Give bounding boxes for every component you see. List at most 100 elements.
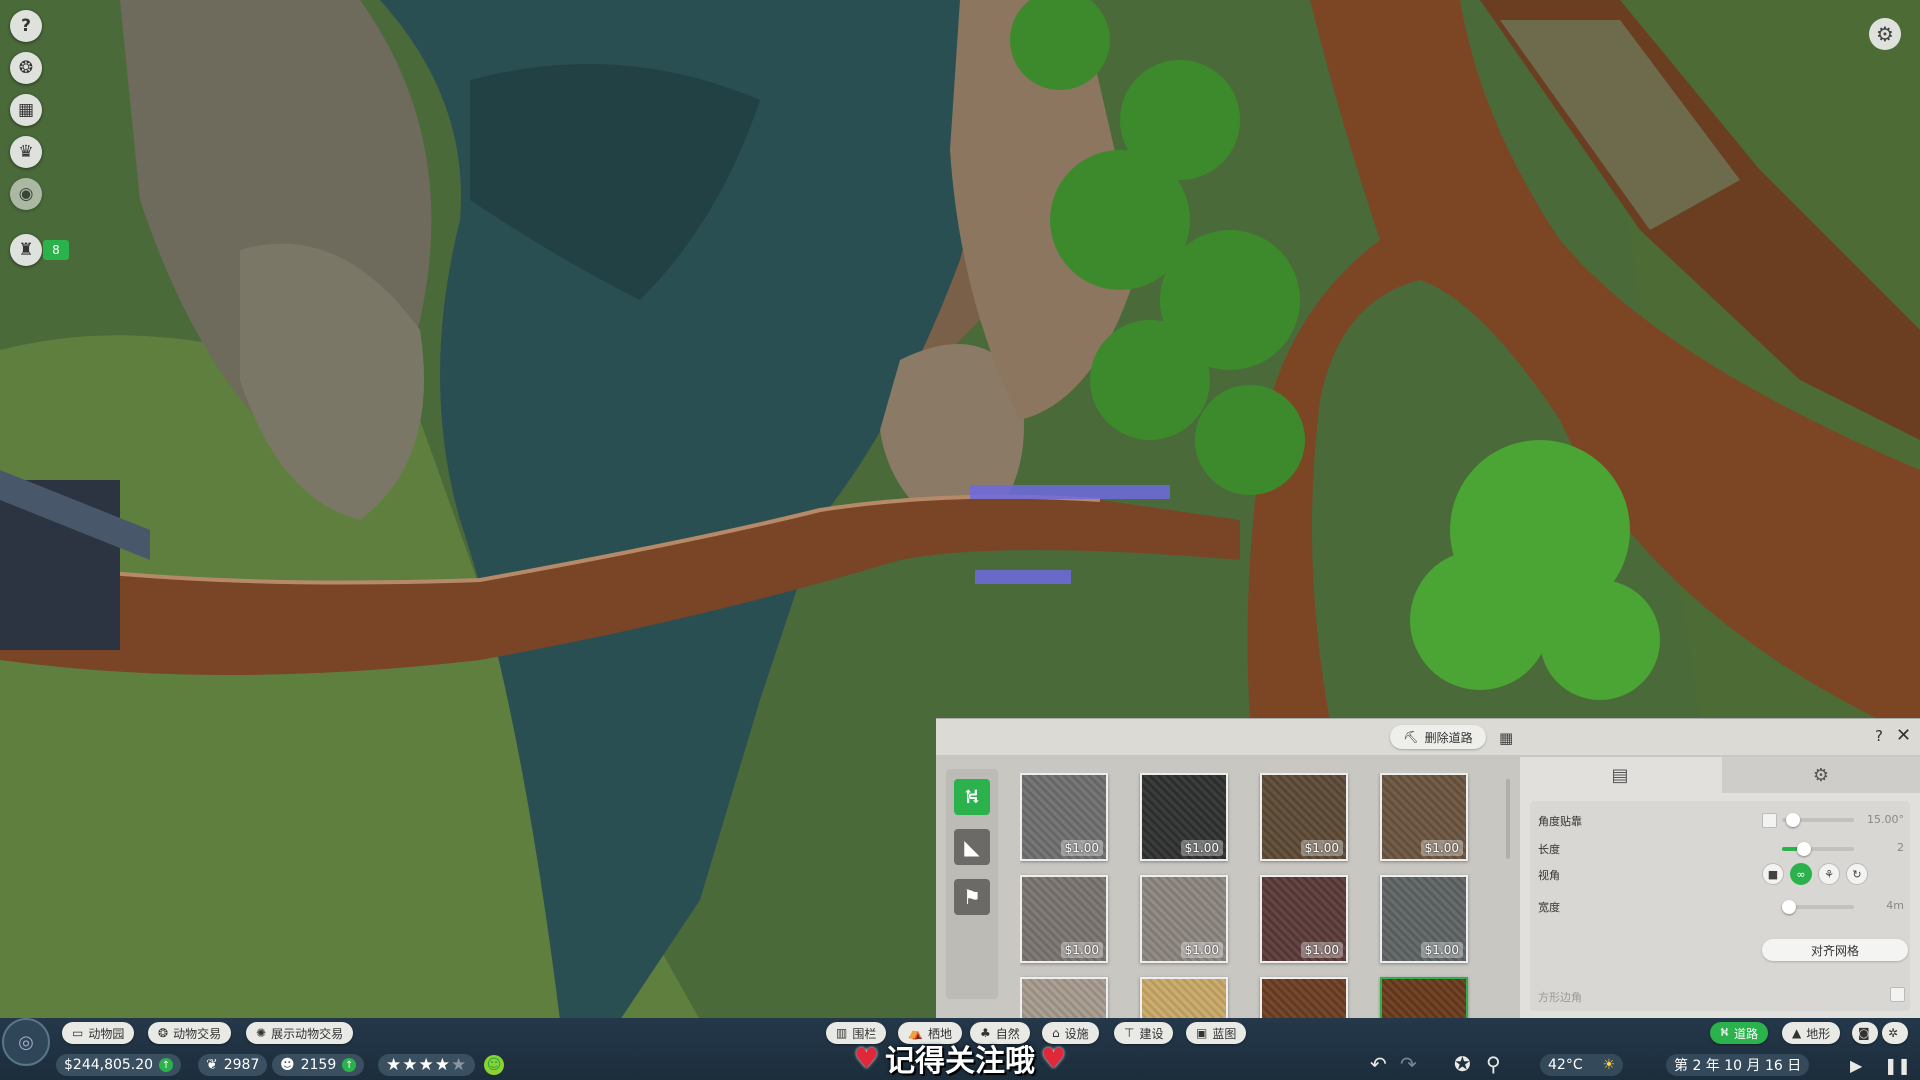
redo-icon[interactable]: ↷ (1400, 1052, 1417, 1076)
tab-blueprints-label: 蓝图 (1212, 1026, 1237, 1041)
tab-construction[interactable]: ⊤ 建设 (1114, 1022, 1174, 1044)
panel-help-icon[interactable]: ? (1875, 727, 1883, 745)
play-icon[interactable]: ▶ (1850, 1056, 1862, 1075)
calendar-icon[interactable]: ▦ (10, 94, 42, 126)
gear-icon[interactable]: ⚙ (1869, 18, 1901, 50)
weather-display[interactable]: 42°C ☀ (1540, 1054, 1624, 1076)
staff-badge: 8 (43, 240, 69, 260)
tile-price: $1.00 (1300, 840, 1343, 856)
path-tile[interactable]: $1.00 (1140, 773, 1228, 861)
fence-icon: ▥ (836, 1026, 848, 1040)
delete-path-label: 删除道路 (1424, 730, 1473, 745)
path-tile[interactable]: $1.00 (1140, 875, 1228, 963)
square-corner-label: 方形边角 (1538, 991, 1582, 1004)
tab-terrain-label: 地形 (1806, 1026, 1831, 1041)
star-rating-icon: ★★★★★ (386, 1055, 468, 1075)
camera-icon[interactable]: ■ (1762, 863, 1784, 885)
trophy-icon[interactable]: ♛ (10, 136, 42, 168)
align-grid-button[interactable]: 对齐网格 (1762, 939, 1908, 961)
tab-blueprints[interactable]: ▣ 蓝图 (1186, 1022, 1247, 1044)
staff-icon[interactable]: ♜ (10, 234, 42, 266)
ramp-icon[interactable]: ◣ (954, 829, 990, 865)
angle-snap-slider[interactable] (1782, 813, 1854, 827)
date-value: 第 2 年 10 月 16 日 (1674, 1058, 1802, 1074)
bug-icon: ✺ (256, 1026, 267, 1040)
compass-icon[interactable]: ✪ (1454, 1052, 1471, 1076)
bulldozer-icon: ⛏ (1403, 730, 1419, 744)
path-settings: ▤ ⚙ 角度贴靠 15.00° 长度 2 视角 ■ ∞ ⚘ ↻ 宽度 4m 对齐… (1520, 757, 1920, 1019)
view-label: 视角 (1538, 869, 1560, 882)
tab-paths[interactable]: ⛕ 道路 (1710, 1022, 1768, 1044)
path-tile[interactable]: $1.00 (1380, 875, 1468, 963)
length-label: 长度 (1538, 843, 1560, 856)
camera-mode-button[interactable]: ◙ (1852, 1022, 1878, 1044)
tab-exhibit-trade[interactable]: ✺ 展示动物交易 (246, 1022, 354, 1044)
angle-snap-checkbox[interactable] (1762, 813, 1777, 828)
tab-construction-label: 建设 (1139, 1026, 1164, 1041)
pause-icon[interactable]: ❚❚ (1884, 1056, 1911, 1075)
zoo-rating[interactable]: ★★★★★ (378, 1054, 476, 1076)
width-label: 宽度 (1538, 901, 1560, 914)
settings-gear-icon[interactable]: ⚙ (1722, 757, 1920, 793)
slider-knob[interactable] (1785, 813, 1800, 827)
width-slider[interactable] (1782, 900, 1854, 914)
tab-zoo[interactable]: ▭ 动物园 (62, 1022, 135, 1044)
money-display[interactable]: $244,805.20 ↑ (56, 1054, 182, 1076)
tile-price: $1.00 (1180, 840, 1223, 856)
queue-icon[interactable]: ⚑ (954, 879, 990, 915)
tile-price: $1.00 (1060, 942, 1103, 958)
slider-knob[interactable] (1796, 842, 1811, 856)
tab-terrain[interactable]: ▲ 地形 (1782, 1022, 1841, 1044)
delete-path-button[interactable]: ⛏ 删除道路 (1390, 725, 1486, 749)
square-corner-checkbox[interactable] (1890, 987, 1905, 1002)
slider-knob[interactable] (1782, 900, 1797, 914)
blueprint-icon: ▣ (1196, 1026, 1208, 1040)
grid-view-icon[interactable]: ▦ (1499, 729, 1513, 747)
guests-display[interactable]: ☻ 2159 ↑ (272, 1054, 365, 1076)
walk-icon[interactable]: ↻ (1846, 863, 1868, 885)
path-tile-selected[interactable] (1380, 977, 1468, 1019)
path-follow-icon[interactable]: ⚘ (1818, 863, 1840, 885)
clipboard-icon[interactable]: ▤ (1520, 757, 1720, 793)
tile-price: $1.00 (1420, 942, 1463, 958)
length-slider[interactable] (1782, 842, 1854, 856)
map-pin-icon[interactable]: ⚲ (1486, 1052, 1501, 1076)
pillar-icon: ⊤ (1124, 1026, 1135, 1040)
length-value: 2 (1897, 841, 1904, 854)
panel-header: ⛏ 删除道路 ▦ ? ✕ (936, 719, 1920, 755)
paw-icon[interactable]: ❂ (10, 52, 42, 84)
main-menu-icon[interactable]: ◎ (2, 1018, 50, 1066)
happiness-display[interactable]: ☺ (482, 1054, 506, 1076)
guests-icon: ☻ (280, 1057, 295, 1073)
eye-icon[interactable]: ◉ (10, 178, 42, 210)
angle-snap-value: 15.00° (1867, 813, 1904, 826)
close-icon[interactable]: ✕ (1896, 725, 1911, 746)
sun-icon: ☀ (1602, 1057, 1616, 1073)
conservation-value: 2987 (223, 1057, 260, 1073)
path-tile[interactable]: $1.00 (1020, 875, 1108, 963)
tab-animal-trade[interactable]: ❂ 动物交易 (148, 1022, 232, 1044)
path-tile[interactable] (1020, 977, 1108, 1019)
path-tile[interactable]: $1.00 (1260, 875, 1348, 963)
path-tile[interactable] (1140, 977, 1228, 1019)
path-tile[interactable] (1260, 977, 1348, 1019)
smiley-icon: ☺ (484, 1055, 504, 1075)
photo-mode-button[interactable]: ✲ (1882, 1022, 1908, 1044)
angle-snap-label: 角度贴靠 (1538, 815, 1582, 828)
mountain-icon: ▲ (1792, 1026, 1802, 1040)
undo-icon[interactable]: ↶ (1370, 1052, 1387, 1076)
tile-price: $1.00 (1180, 942, 1223, 958)
conservation-display[interactable]: ❦ 2987 (198, 1054, 268, 1076)
tile-price: $1.00 (1060, 840, 1103, 856)
path-tile[interactable]: $1.00 (1260, 773, 1348, 861)
path-tile[interactable]: $1.00 (1020, 773, 1108, 861)
path-icon[interactable]: ⛕ (954, 779, 990, 815)
arrow-up-icon: ↑ (159, 1058, 174, 1072)
tiles-scrollbar[interactable] (1506, 779, 1510, 859)
path-tile[interactable]: $1.00 (1380, 773, 1468, 861)
caption-text: 记得关注哦 (885, 1044, 1035, 1079)
arrow-up-icon: ↑ (342, 1058, 357, 1072)
link-icon[interactable]: ∞ (1790, 863, 1812, 885)
help-icon[interactable]: ? (10, 10, 42, 42)
temperature-value: 42°C (1548, 1057, 1583, 1073)
